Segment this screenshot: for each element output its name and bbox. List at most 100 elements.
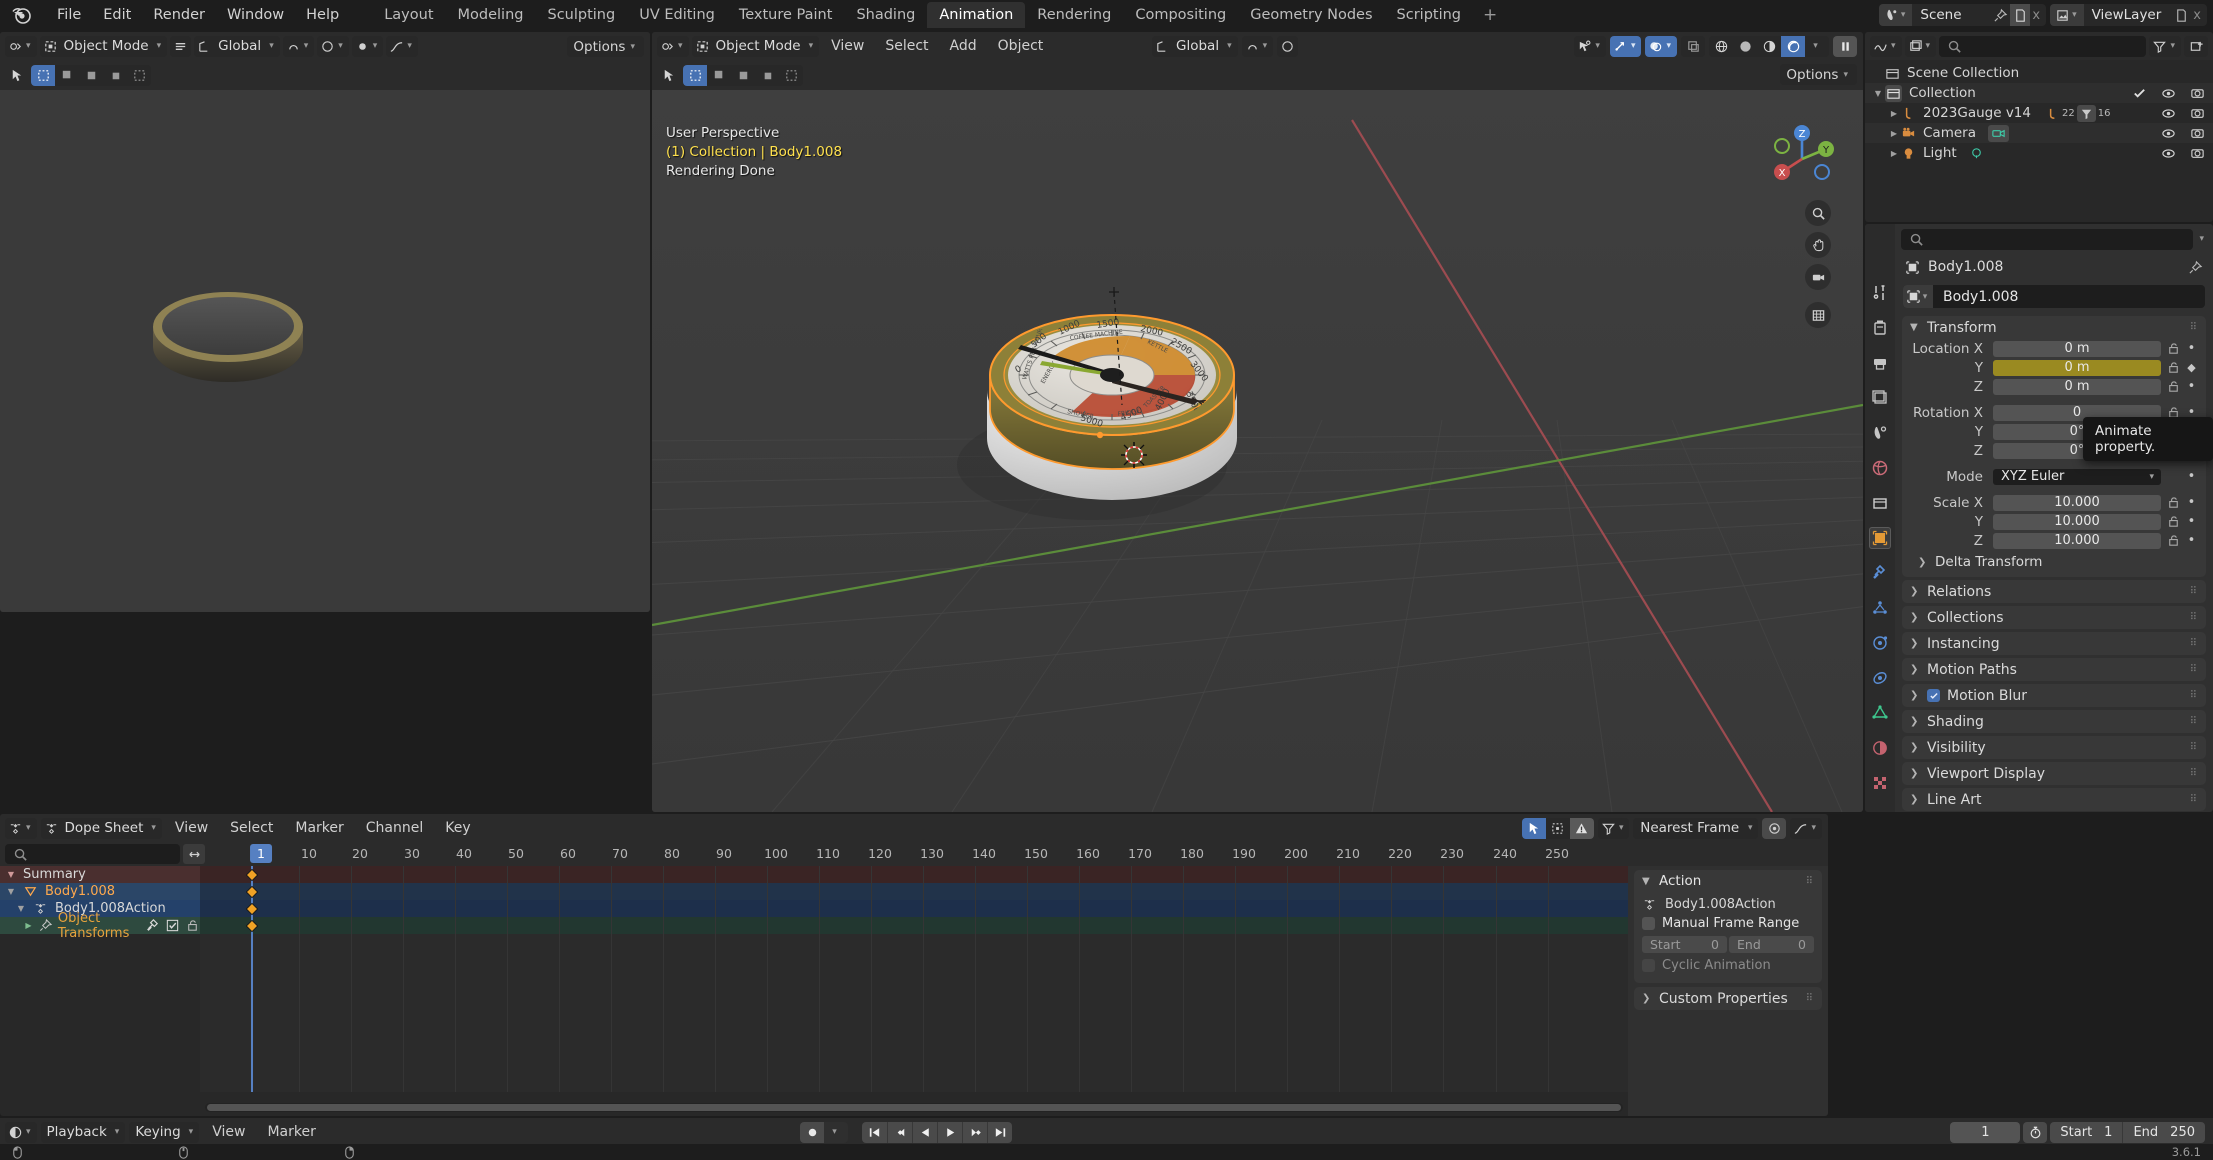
viewlayer-new-icon[interactable]	[2171, 4, 2191, 26]
viewport-options-left[interactable]: Options ▾	[567, 36, 644, 57]
select-mode-group-left[interactable]	[31, 64, 151, 86]
chevron-right-icon-line-art[interactable]: ❯	[1910, 794, 1920, 805]
dopesheet-scrollbar-thumb[interactable]	[207, 1104, 1621, 1111]
viewport-menu-object[interactable]: Object	[989, 36, 1053, 56]
lock-icon-location-x[interactable]	[2166, 341, 2180, 356]
tab-constraints-icon[interactable]	[1869, 667, 1891, 689]
viewport-left-menu-icon[interactable]	[170, 35, 192, 57]
viewlayer-remove-button[interactable]: x	[2191, 8, 2207, 23]
chevron-right-icon-visibility[interactable]: ❯	[1910, 742, 1920, 753]
eye-icon-gauge[interactable]	[2161, 106, 2176, 121]
transform-panel-header[interactable]: ▼ Transform ⠿	[1902, 316, 2206, 339]
select-intersect-icon-left[interactable]	[103, 64, 127, 86]
tab-uv-editing[interactable]: UV Editing	[627, 2, 727, 28]
animate-dot-scale-y[interactable]: •	[2185, 514, 2198, 529]
use-preview-range-icon[interactable]	[2023, 1121, 2048, 1143]
editor-type-selector-dopesheet[interactable]: ▾	[5, 817, 37, 839]
disclosure-right-gauge[interactable]: ▶	[1887, 109, 1901, 118]
value-location-z[interactable]: 0 m	[1993, 378, 2161, 395]
camera-render-icon-camera[interactable]	[2190, 126, 2205, 141]
animate-dot-scale-x[interactable]: •	[2185, 495, 2198, 510]
modifier-wrench-icon[interactable]	[145, 918, 160, 933]
play-button[interactable]	[937, 1121, 962, 1143]
object-mode-selector-left[interactable]: Object Mode ▾	[39, 35, 168, 57]
viewlayer-selector[interactable]: ▾ ViewLayer x	[2050, 4, 2207, 26]
show-hidden-icon[interactable]	[1545, 817, 1570, 839]
only-show-selected-icon[interactable]	[1521, 817, 1546, 839]
tab-modifiers-icon[interactable]	[1869, 562, 1891, 584]
value-location-y[interactable]: 0 m	[1993, 359, 2161, 376]
chevron-right-icon-relations[interactable]: ❯	[1910, 586, 1920, 597]
timeline-menu-view[interactable]: View	[203, 1122, 254, 1142]
panel-relations[interactable]: ❯ Relations ⠿	[1902, 580, 2206, 603]
cyclic-animation-checkbox[interactable]	[1642, 959, 1655, 972]
scene-new-icon[interactable]	[2010, 4, 2031, 26]
keyrow-group[interactable]	[200, 917, 1828, 934]
panel-motion-paths[interactable]: ❯ Motion Paths ⠿	[1902, 658, 2206, 681]
scene-name[interactable]: Scene	[1912, 7, 1990, 23]
eye-icon[interactable]	[2161, 86, 2176, 101]
chevron-down-icon-action[interactable]: ▼	[1642, 876, 1652, 887]
pan-view-icon[interactable]	[1805, 232, 1831, 258]
animate-dot-mode[interactable]: •	[2185, 469, 2198, 484]
camera-view-icon[interactable]	[1805, 264, 1831, 290]
shading-wireframe-icon[interactable]	[1709, 35, 1733, 57]
pin-id-icon[interactable]	[2188, 260, 2203, 275]
menu-render[interactable]: Render	[142, 4, 216, 26]
menu-edit[interactable]: Edit	[92, 4, 142, 26]
select-extend-icon-left[interactable]	[55, 64, 79, 86]
tab-physics-icon[interactable]	[1869, 632, 1891, 654]
play-reverse-button[interactable]	[912, 1121, 937, 1143]
blender-logo-icon[interactable]	[10, 3, 34, 27]
scene-remove-button[interactable]: x	[2030, 8, 2046, 23]
shading-rendered-icon[interactable]	[1781, 35, 1805, 57]
animate-dot-location-x[interactable]: •	[2185, 341, 2198, 356]
tab-particles-icon[interactable]	[1869, 597, 1891, 619]
scene-selector[interactable]: ▾ Scene x	[1878, 4, 2047, 26]
auto-keyframe-record-icon[interactable]	[800, 1121, 824, 1143]
channel-object-body[interactable]: ▼ Body1.008	[0, 883, 200, 900]
viewport-menu-add[interactable]: Add	[941, 36, 986, 56]
keyrow-action[interactable]	[200, 900, 1828, 917]
outliner-row-collection[interactable]: ▼ Collection	[1865, 83, 2213, 103]
outliner-row-gauge[interactable]: ▶ 2023Gauge v14 22 16	[1865, 103, 2213, 123]
start-frame-field[interactable]: Start 1	[2050, 1122, 2122, 1143]
show-gizmo-toggle[interactable]: ▾	[1574, 35, 1606, 57]
tab-texture-icon[interactable]	[1869, 772, 1891, 794]
shading-material-icon[interactable]	[1757, 35, 1781, 57]
viewport-left-canvas[interactable]	[0, 90, 650, 612]
timeline-ruler[interactable]: 1 10 20 30 40 50 60 70 80 90 100 110 120…	[210, 842, 1828, 866]
dopesheet-sort-channels-icon[interactable]	[183, 844, 205, 864]
lock-icon-scale-z[interactable]	[2166, 533, 2180, 548]
chevron-right-icon-ds-custom-properties[interactable]: ❯	[1642, 993, 1652, 1004]
tab-scripting[interactable]: Scripting	[1385, 2, 1473, 28]
jump-to-next-keyframe-button[interactable]	[962, 1121, 987, 1143]
value-location-x[interactable]: 0 m	[1993, 340, 2161, 357]
disclosure-down-collection[interactable]: ▼	[1871, 89, 1885, 98]
manual-frame-range-row[interactable]: Manual Frame Range	[1642, 914, 1814, 933]
frame-range-end-field[interactable]: End 0	[1729, 936, 1814, 953]
checkbox-icon[interactable]	[2132, 86, 2147, 101]
camera-data-icon[interactable]	[1987, 124, 2009, 142]
outliner-new-collection-icon[interactable]	[2184, 35, 2208, 57]
panel-visibility[interactable]: ❯ Visibility ⠿	[1902, 736, 2206, 759]
playhead[interactable]	[251, 866, 253, 1092]
jump-to-end-button[interactable]	[987, 1121, 1012, 1143]
tab-tool-icon[interactable]	[1869, 282, 1891, 304]
menu-window[interactable]: Window	[216, 4, 295, 26]
dopesheet-mode-selector[interactable]: Dope Sheet ▾	[40, 817, 162, 839]
keyframe-diamond-location-y[interactable]: ◆	[2185, 361, 2198, 374]
tab-material-icon[interactable]	[1869, 737, 1891, 759]
tab-viewlayer-icon[interactable]	[1869, 387, 1891, 409]
panel-viewport-display[interactable]: ❯ Viewport Display ⠿	[1902, 762, 2206, 785]
tab-output-icon[interactable]	[1869, 352, 1891, 374]
outliner-row-camera[interactable]: ▶ Camera	[1865, 123, 2213, 143]
menu-file[interactable]: File	[46, 4, 92, 26]
tab-object-icon[interactable]	[1869, 527, 1891, 549]
chevron-down-icon-transform[interactable]: ▼	[1910, 322, 1920, 333]
mute-checkbox-icon[interactable]	[165, 918, 180, 933]
chevron-right-icon-motion-paths[interactable]: ❯	[1910, 664, 1920, 675]
add-workspace-button[interactable]: +	[1473, 2, 1507, 28]
value-rotation-mode[interactable]: XYZ Euler ▾	[1993, 468, 2161, 485]
current-frame-field[interactable]: 1	[1950, 1121, 2021, 1143]
